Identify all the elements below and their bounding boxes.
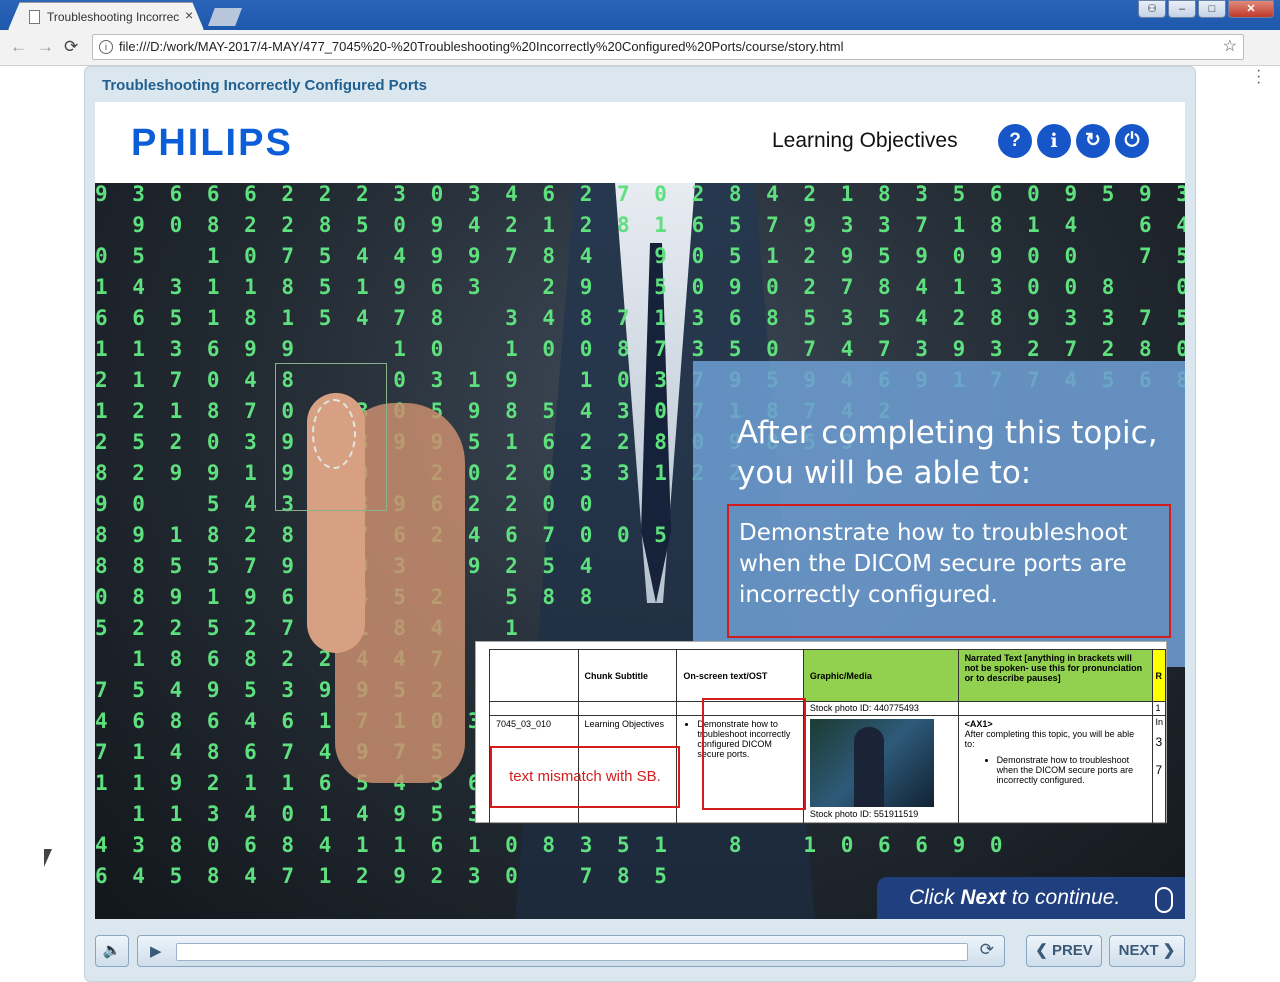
url-text: file:///D:/work/MAY-2017/4-MAY/477_7045%…: [119, 39, 844, 54]
table-cell: 1: [1152, 701, 1166, 716]
fingerprint-icon: [275, 363, 387, 511]
objectives-panel: After completing this topic, you will be…: [693, 361, 1185, 667]
browser-menu-icon[interactable]: · · ·: [1256, 63, 1261, 91]
seekbar: ▶ ⟳: [137, 935, 1005, 967]
volume-button[interactable]: 🔈: [95, 935, 129, 967]
philips-logo: PHILIPS: [131, 122, 293, 164]
info-icon[interactable]: i: [99, 40, 113, 54]
close-window-button[interactable]: ✕: [1228, 0, 1274, 18]
tab-close-icon[interactable]: ×: [185, 7, 193, 23]
narration-bullet: Demonstrate how to troubleshoot when the…: [997, 755, 1147, 785]
new-tab-button[interactable]: [208, 8, 242, 26]
table-header: Narrated Text [anything in brackets will…: [957, 649, 1154, 702]
reload-icon[interactable]: ⟳: [64, 37, 78, 57]
playback-bar: 🔈 ▶ ⟳ ❮ PREV NEXT ❯: [95, 933, 1185, 971]
course-header: PHILIPS Learning Objectives ? i ↻ ⏻: [95, 102, 1185, 183]
maximize-button[interactable]: □: [1198, 0, 1226, 18]
minimize-button[interactable]: –: [1168, 0, 1196, 18]
course-player: Troubleshooting Incorrectly Configured P…: [84, 66, 1196, 982]
objective-highlight-box: Demonstrate how to troubleshoot when the…: [727, 504, 1171, 638]
stock-photo-thumbnail: [809, 719, 934, 807]
user-icon[interactable]: ⚇: [1138, 0, 1166, 18]
next-button[interactable]: NEXT ❯: [1109, 935, 1185, 967]
prev-button[interactable]: ❮ PREV: [1026, 935, 1102, 967]
table-header: Graphic/Media: [802, 649, 959, 702]
section-title: Learning Objectives: [772, 129, 958, 152]
tab-title: Troubleshooting Incorrec: [47, 10, 180, 24]
slide-area: 9 3 6 6 6 2 2 2 3 0 3 4 6 2 7 0 2 8 4 2 …: [95, 183, 1185, 919]
mismatch-annotation: text mismatch with SB.: [490, 746, 680, 808]
course-title: Troubleshooting Incorrectly Configured P…: [102, 77, 428, 94]
progress-track[interactable]: [176, 943, 968, 961]
url-input[interactable]: i file:///D:/work/MAY-2017/4-MAY/477_704…: [92, 34, 1244, 60]
narration-intro: After completing this topic, you will be…: [964, 729, 1135, 749]
table-header: Chunk Subtitle: [577, 649, 678, 702]
replay-slide-icon[interactable]: ⟳: [980, 940, 994, 960]
play-button[interactable]: ▶: [150, 942, 162, 960]
bookmark-star-icon[interactable]: ☆: [1223, 35, 1237, 59]
stock-photo-id: Stock photo ID: 440775493: [802, 701, 959, 716]
forward-icon[interactable]: →: [37, 37, 54, 57]
browser-tab-bar: Troubleshooting Incorrec × ⚇ – □ ✕: [0, 0, 1280, 30]
objective-text: Demonstrate how to troubleshoot when the…: [739, 520, 1128, 608]
exit-button[interactable]: ⏻: [1115, 124, 1149, 158]
table-header: R: [1152, 649, 1166, 702]
table-cell: 7: [1155, 763, 1163, 777]
help-button[interactable]: ?: [998, 124, 1032, 158]
table-cell: In: [1155, 717, 1163, 727]
table-header: [489, 649, 579, 702]
address-bar: ← → ⟳ i file:///D:/work/MAY-2017/4-MAY/4…: [0, 30, 1280, 91]
browser-tab[interactable]: Troubleshooting Incorrec ×: [8, 2, 204, 30]
back-icon[interactable]: ←: [10, 37, 27, 57]
replay-button[interactable]: ↻: [1076, 124, 1110, 158]
objectives-heading: After completing this topic, you will be…: [737, 415, 1158, 491]
storyboard-snippet: Chunk Subtitle On-screen text/OST Graphi…: [475, 641, 1167, 824]
mouse-cursor-icon: [44, 849, 52, 867]
ost-highlight-box: [702, 698, 806, 810]
document-icon: [29, 10, 40, 24]
hint-text: Click: [909, 886, 961, 909]
table-cell: 3: [1155, 735, 1163, 749]
hint-next-word: Next: [960, 886, 1006, 909]
narration-tag: <AX1>: [964, 719, 993, 729]
continue-hint: Click Next to continue.: [877, 877, 1185, 919]
window-controls: ⚇ – □ ✕: [1138, 0, 1274, 18]
table-header: On-screen text/OST: [676, 649, 804, 702]
hint-text-end: to continue.: [1005, 886, 1121, 909]
mouse-icon: [1155, 887, 1173, 913]
stock-photo-id: Stock photo ID: 551911519: [809, 809, 919, 819]
info-button[interactable]: i: [1037, 124, 1071, 158]
